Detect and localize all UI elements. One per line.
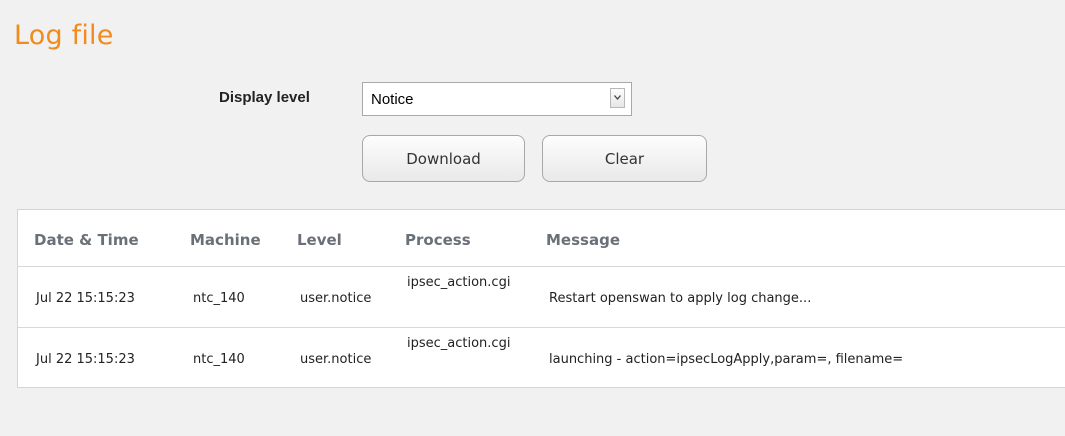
cell-level: user.notice — [300, 352, 372, 367]
clear-button[interactable]: Clear — [542, 135, 707, 182]
select-arrow-button[interactable] — [610, 88, 625, 108]
header-machine: Machine — [190, 231, 261, 249]
table-header-row: Date & Time Machine Level Process Messag… — [18, 210, 1065, 267]
chevron-down-icon — [614, 95, 621, 100]
download-button[interactable]: Download — [362, 135, 525, 182]
cell-message: Restart openswan to apply log change... — [549, 291, 812, 306]
header-level: Level — [297, 231, 342, 249]
log-file-page: Log file Display level Notice Download C… — [0, 0, 1065, 436]
display-level-select[interactable]: Notice — [362, 82, 632, 116]
cell-machine: ntc_140 — [193, 352, 245, 367]
header-process: Process — [405, 231, 471, 249]
log-table: Date & Time Machine Level Process Messag… — [17, 209, 1065, 388]
table-row: Jul 22 15:15:23 ntc_140 user.notice ipse… — [18, 328, 1065, 388]
header-message: Message — [546, 231, 620, 249]
table-row: Jul 22 15:15:23 ntc_140 user.notice ipse… — [18, 267, 1065, 328]
page-title: Log file — [14, 20, 114, 51]
header-date-time: Date & Time — [34, 231, 139, 249]
cell-machine: ntc_140 — [193, 291, 245, 306]
cell-process: ipsec_action.cgi — [407, 336, 511, 351]
cell-level: user.notice — [300, 291, 372, 306]
cell-message: launching - action=ipsecLogApply,param=,… — [549, 352, 904, 367]
display-level-label: Display level — [219, 89, 310, 106]
cell-process: ipsec_action.cgi — [407, 275, 511, 290]
display-level-selected-value: Notice — [371, 91, 414, 108]
cell-date-time: Jul 22 15:15:23 — [36, 352, 135, 367]
cell-date-time: Jul 22 15:15:23 — [36, 291, 135, 306]
